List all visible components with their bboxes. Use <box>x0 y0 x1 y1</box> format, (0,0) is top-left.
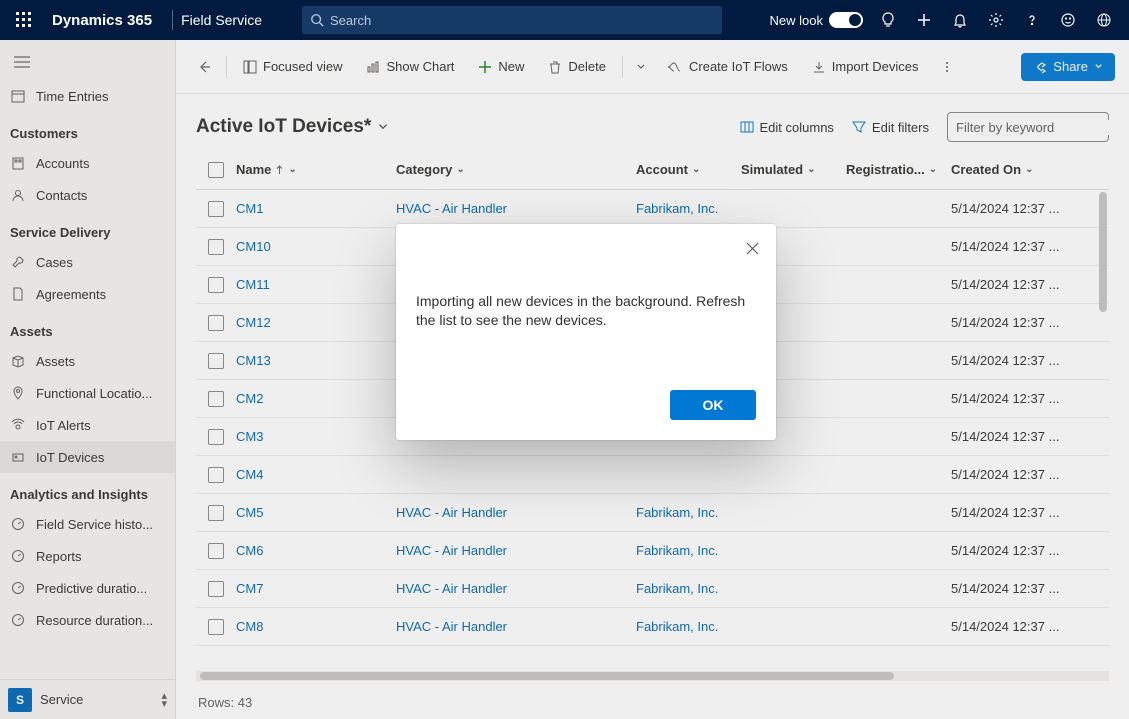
plus-icon <box>916 12 932 28</box>
brand-label: Dynamics 365 <box>52 12 152 29</box>
smiley-icon <box>1060 12 1076 28</box>
divider <box>172 10 173 30</box>
global-header: Dynamics 365 Field Service New look <box>0 0 1129 40</box>
dialog-close-button[interactable] <box>742 238 762 258</box>
close-icon <box>746 242 759 255</box>
waffle-icon <box>16 12 32 28</box>
search-input[interactable] <box>330 13 714 28</box>
question-icon <box>1024 12 1040 28</box>
help-button[interactable] <box>1015 0 1049 40</box>
feedback-button[interactable] <box>1051 0 1085 40</box>
dialog-ok-button[interactable]: OK <box>670 390 756 420</box>
product-label[interactable]: Field Service <box>181 12 262 28</box>
lightbulb-icon <box>880 12 896 28</box>
toggle-switch-icon <box>829 12 863 28</box>
add-button[interactable] <box>907 0 941 40</box>
app-launcher[interactable] <box>8 4 40 36</box>
assistant-button[interactable] <box>871 0 905 40</box>
notifications-button[interactable] <box>943 0 977 40</box>
gear-icon <box>988 12 1004 28</box>
dialog-message: Importing all new devices in the backgro… <box>416 244 756 390</box>
search-icon <box>310 13 324 27</box>
settings-button[interactable] <box>979 0 1013 40</box>
globe-icon <box>1096 12 1112 28</box>
global-search[interactable] <box>302 6 722 34</box>
bell-icon <box>952 12 968 28</box>
import-devices-dialog: Importing all new devices in the backgro… <box>396 224 776 440</box>
account-button[interactable] <box>1087 0 1121 40</box>
new-look-toggle[interactable]: New look <box>770 12 863 28</box>
new-look-label: New look <box>770 13 823 28</box>
